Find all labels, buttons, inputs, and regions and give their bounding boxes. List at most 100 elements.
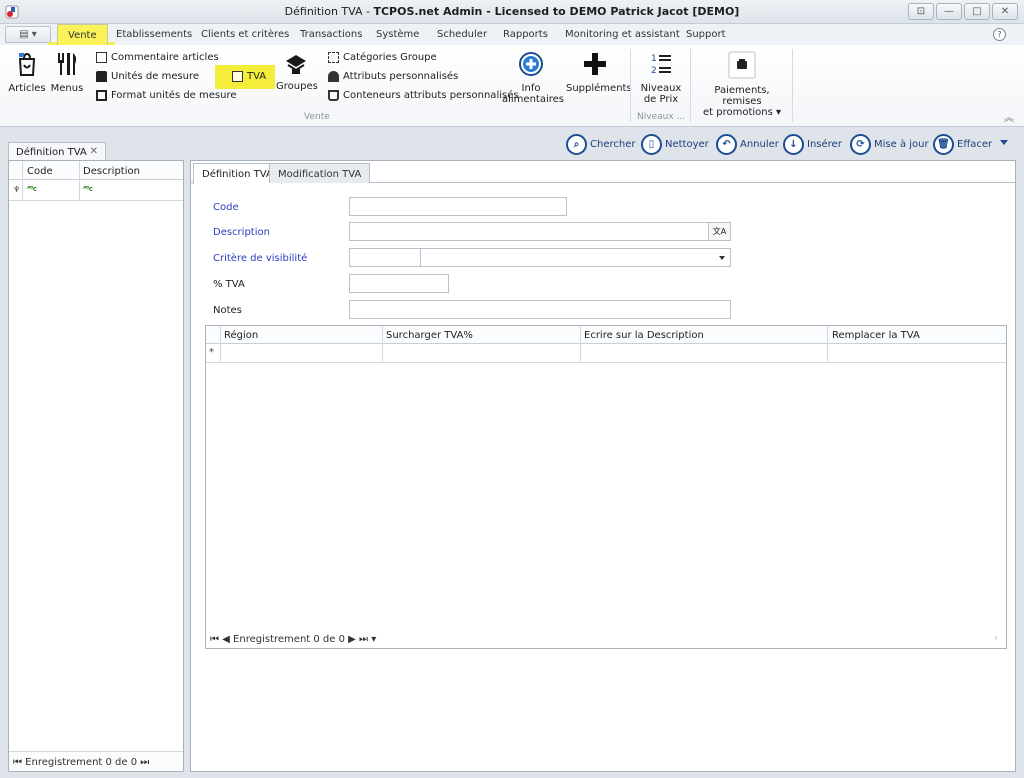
- collapse-ribbon-icon[interactable]: ︽: [1004, 109, 1014, 124]
- restore-layout-button[interactable]: ⊡: [908, 3, 934, 20]
- region-grid: Région Surcharger TVA% Ecrire sur la Des…: [205, 325, 1007, 649]
- categories-label: Catégories Groupe: [343, 52, 437, 63]
- critere-code-field[interactable]: [349, 248, 421, 267]
- region-grid-navigator[interactable]: ⏮ ◀ Enregistrement 0 de 0 ▶ ⏭ ▾ ›: [206, 630, 1006, 648]
- column-remplacer-tva[interactable]: Remplacer la TVA: [832, 330, 920, 341]
- nettoyer-button[interactable]: ▯ Nettoyer: [641, 134, 709, 155]
- tab-support[interactable]: Support: [686, 29, 726, 40]
- tab-rapports[interactable]: Rapports: [503, 29, 548, 40]
- description-field[interactable]: 文A: [349, 222, 731, 241]
- inserer-button[interactable]: ↓ Insérer: [783, 134, 842, 155]
- format-unites-button[interactable]: Format unités de mesure: [96, 90, 237, 101]
- articles-button[interactable]: Articles: [8, 51, 46, 94]
- basket-icon: [328, 90, 339, 101]
- app-menu-icon: ▤ ▾: [19, 29, 37, 40]
- mise-a-jour-button[interactable]: ⟳ Mise à jour: [850, 134, 929, 155]
- commentaire-articles-button[interactable]: Commentaire articles: [96, 52, 219, 63]
- critere-dropdown[interactable]: [420, 248, 731, 267]
- format-label: Format unités de mesure: [111, 90, 237, 101]
- document-tab-label: Définition TVA: [16, 147, 87, 158]
- minimize-button[interactable]: —: [936, 3, 962, 20]
- notes-field[interactable]: [349, 300, 731, 319]
- tab-transactions[interactable]: Transactions: [300, 29, 362, 40]
- arrow-down-icon: ↓: [783, 134, 804, 155]
- cutlery-icon: [58, 53, 77, 75]
- refresh-icon: ⟳: [850, 134, 871, 155]
- niveaux-prix-button[interactable]: 1 2 Niveaux de Prix: [636, 51, 686, 105]
- commentaire-label: Commentaire articles: [111, 52, 219, 63]
- chercher-button[interactable]: ⌕ Chercher: [566, 134, 635, 155]
- supplements-button[interactable]: Suppléments: [566, 51, 632, 94]
- tab-modification-tva[interactable]: Modification TVA: [269, 163, 371, 183]
- column-surcharger-tva[interactable]: Surcharger TVA%: [386, 330, 473, 341]
- numbered-list-icon: 1 2: [651, 54, 671, 76]
- attributs-label: Attributs personnalisés: [343, 71, 459, 82]
- close-tab-icon[interactable]: ✕: [90, 146, 98, 157]
- title-bar: Définition TVA - TCPOS.net Admin - Licen…: [0, 0, 1024, 24]
- tab-clients-criteres[interactable]: Clients et critères: [201, 29, 289, 40]
- paiements-label-2: et promotions ▾: [702, 107, 782, 118]
- paiements-label-1: Paiements, remises: [714, 85, 770, 107]
- column-code[interactable]: Code: [27, 166, 53, 177]
- column-ecrire-description[interactable]: Ecrire sur la Description: [584, 330, 704, 341]
- trash-icon: 🗑: [933, 134, 954, 155]
- tva-button[interactable]: TVA: [232, 71, 266, 82]
- scroll-right-icon[interactable]: ›: [994, 633, 998, 644]
- app-menu-button[interactable]: ▤ ▾: [5, 26, 51, 43]
- tab-vente[interactable]: Vente: [57, 24, 108, 46]
- info-alimentaires-button[interactable]: Info alimentaires: [502, 51, 564, 105]
- group-separator: [792, 49, 793, 122]
- left-grid-navigator[interactable]: ⏮ Enregistrement 0 de 0 ⏭: [9, 751, 183, 771]
- shapes-icon: [286, 55, 306, 74]
- column-description[interactable]: Description: [83, 166, 140, 177]
- format-icon: [96, 90, 107, 101]
- group-separator: [630, 49, 631, 122]
- text-filter-icon[interactable]: ᴬᴮc: [83, 185, 93, 193]
- supplements-label: Suppléments: [566, 83, 632, 94]
- menus-button[interactable]: Menus: [50, 51, 84, 94]
- notes-label: Notes: [213, 305, 242, 316]
- new-row-indicator: *: [209, 347, 214, 358]
- effacer-button[interactable]: 🗑 Effacer: [933, 134, 992, 155]
- text-filter-icon[interactable]: ᴬᴮc: [27, 185, 37, 193]
- toolbar-more-dropdown-icon[interactable]: [1000, 140, 1008, 145]
- left-list-panel: Code Description ♆ ᴬᴮc ᴬᴮc ⏮ Enregistrem…: [8, 160, 184, 772]
- left-grid-header: Code Description: [9, 161, 183, 180]
- maximize-button[interactable]: □: [964, 3, 990, 20]
- close-button[interactable]: ✕: [992, 3, 1018, 20]
- pct-tva-field[interactable]: [349, 274, 449, 293]
- annuler-button[interactable]: ↶ Annuler: [716, 134, 779, 155]
- translate-icon[interactable]: 文A: [708, 223, 730, 240]
- info-label-2: alimentaires: [502, 94, 564, 105]
- attributes-icon: [328, 71, 339, 82]
- groupes-button[interactable]: Groupes: [276, 51, 318, 92]
- unites-mesure-button[interactable]: Unités de mesure: [96, 71, 199, 82]
- ribbon: Articles Menus Commentaire articles Unit…: [0, 45, 1024, 127]
- tab-monitoring[interactable]: Monitoring et assistant: [565, 29, 680, 40]
- code-field[interactable]: [349, 197, 567, 216]
- column-region[interactable]: Région: [224, 330, 258, 341]
- new-row[interactable]: *: [206, 344, 1006, 363]
- chevron-down-icon: [719, 256, 725, 260]
- window-title: Définition TVA - TCPOS.net Admin - Licen…: [284, 5, 740, 18]
- tab-scheduler[interactable]: Scheduler: [437, 29, 487, 40]
- wallet-icon: [728, 51, 756, 79]
- code-label: Code: [213, 202, 239, 213]
- help-icon[interactable]: ?: [993, 28, 1006, 41]
- tab-etablissements[interactable]: Etablissements: [116, 29, 192, 40]
- detail-panel: Définition TVA Modification TVA Code Des…: [190, 160, 1016, 772]
- tab-systeme[interactable]: Système: [376, 29, 419, 40]
- region-grid-header: Région Surcharger TVA% Ecrire sur la Des…: [206, 326, 1006, 344]
- mise-a-jour-label: Mise à jour: [874, 139, 929, 150]
- group-separator: [690, 49, 691, 122]
- group-label-niveaux: Niveaux ...: [637, 112, 686, 122]
- left-grid-filter-row[interactable]: ♆ ᴬᴮc ᴬᴮc: [9, 181, 183, 201]
- conteneurs-button[interactable]: Conteneurs attributs personnalisés: [328, 90, 519, 101]
- unites-label: Unités de mesure: [111, 71, 200, 82]
- document-tab-definition-tva[interactable]: Définition TVA ✕: [8, 142, 106, 161]
- categories-groupe-button[interactable]: Catégories Groupe: [328, 52, 437, 63]
- paiements-button[interactable]: Paiements, remises et promotions ▾: [694, 51, 790, 118]
- comment-icon: [96, 52, 107, 63]
- info-label-1: Info: [521, 83, 541, 94]
- attributs-button[interactable]: Attributs personnalisés: [328, 71, 458, 82]
